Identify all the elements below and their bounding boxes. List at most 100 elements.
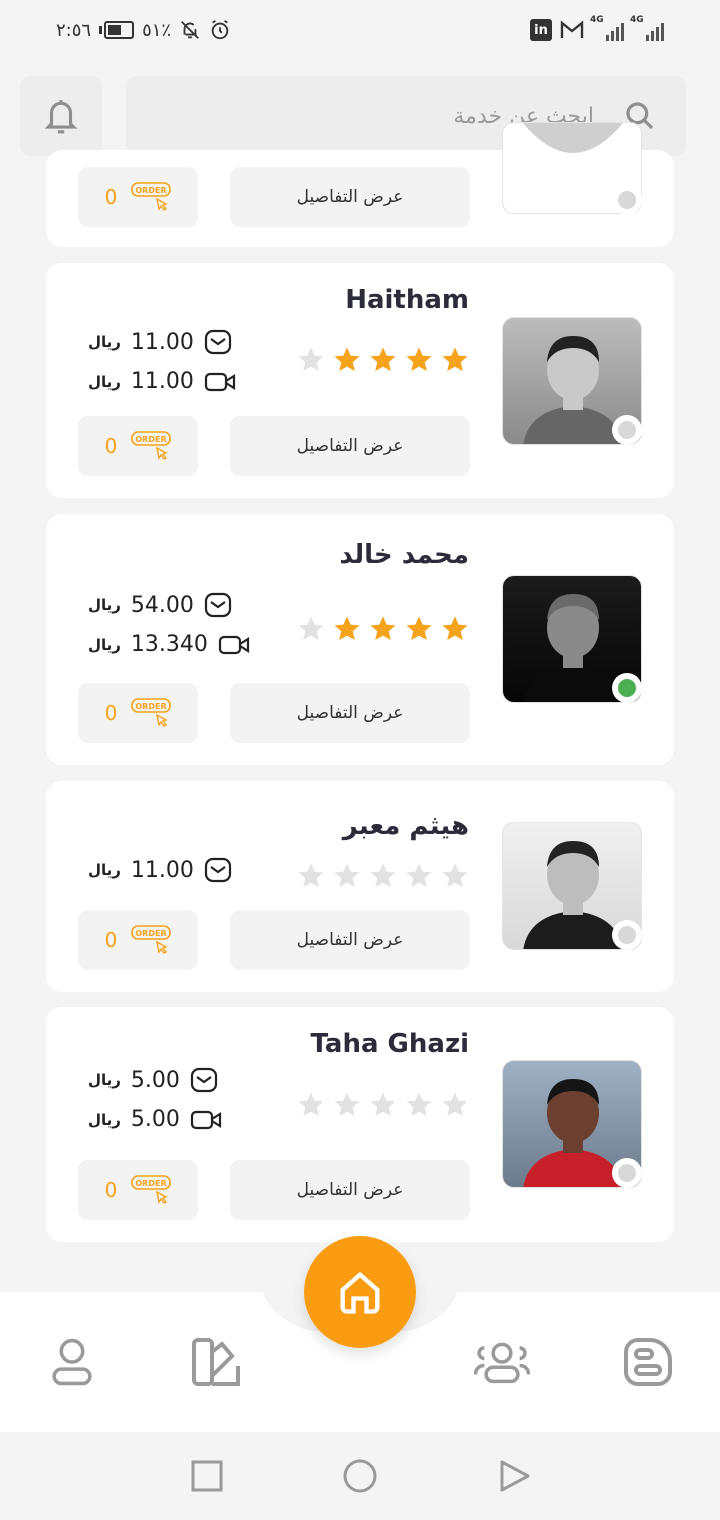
message-price: 11.00 [130,857,194,883]
services-icon [192,1338,240,1386]
message-price: 11.00 [130,329,194,355]
provider-name: هيثم معبر [342,811,469,841]
provider-card-partial: عرض التفاصيل 0 ORDER [46,122,674,247]
video-icon [218,635,250,654]
star-icon [370,616,396,640]
video-icon [190,1110,222,1129]
star-icon [442,863,468,887]
home-circle-icon[interactable] [342,1458,378,1494]
star-icon [406,347,432,371]
status-left: ٢:٥٦ ٥١٪ [56,16,231,44]
order-button[interactable]: 0 ORDER [78,910,198,970]
status-right: in 4G 4G [530,15,664,44]
services-nav[interactable] [186,1332,246,1392]
blog-icon [624,1338,672,1386]
order-count: 0 [104,1178,118,1202]
star-icon [370,863,396,887]
currency-label: ريال [88,635,121,654]
alarm-icon [211,20,229,40]
order-button[interactable]: 0 ORDER [78,416,198,476]
recent-apps-icon[interactable] [189,1458,225,1494]
status-dot [612,415,642,445]
star-icon [334,347,360,371]
message-icon [204,329,232,355]
signal-icon-2: 4G [630,15,664,41]
details-button[interactable]: عرض التفاصيل [230,1160,470,1220]
status-dot [612,1158,642,1188]
users-icon [473,1342,531,1384]
rating-stars [296,1090,470,1120]
video-price: 11.00 [130,369,194,394]
video-icon [204,372,236,391]
message-price-row: ريال 54.00 [88,592,232,618]
currency-label: ريال [88,1110,121,1129]
provider-name: Haitham [345,285,469,315]
order-icon: ORDER [131,1175,172,1204]
rating-stars [296,614,470,644]
rating-stars [296,861,470,891]
svg-text:ORDER: ORDER [136,702,167,711]
bell-off-icon [181,21,199,39]
order-button[interactable]: 0 ORDER [78,683,198,743]
star-icon [370,1092,396,1116]
details-button[interactable]: عرض التفاصيل [230,416,470,476]
provider-card[interactable]: Haitham ريال 11.00 ريال 11.00 عرض التفاص… [46,263,674,498]
star-icon [442,347,468,371]
details-button[interactable]: عرض التفاصيل [230,683,470,743]
star-icon [334,1092,360,1116]
notifications-button[interactable] [20,76,102,156]
order-button[interactable]: 0 ORDER [78,167,198,227]
star-icon [298,347,324,371]
star-icon [298,1092,324,1116]
blog-nav[interactable] [618,1332,678,1392]
order-icon: ORDER [131,182,172,211]
star-icon [406,1092,432,1116]
star-icon [334,616,360,640]
message-price: 5.00 [130,1067,180,1093]
message-icon [190,1067,218,1093]
order-count: 0 [104,928,118,952]
provider-card[interactable]: محمد خالد ريال 54.00 ريال 13.340 عرض الت… [46,514,674,765]
back-icon[interactable] [496,1458,532,1494]
currency-label: ريال [88,596,121,614]
currency-label: ريال [88,372,121,391]
order-icon: ORDER [131,698,172,727]
video-price: 5.00 [130,1107,180,1132]
status-dot [612,920,642,950]
clock: ٢:٥٦ [56,19,92,41]
provider-name: Taha Ghazi [310,1029,469,1059]
signal-icon: 4G [590,15,624,41]
profile-nav[interactable] [42,1332,102,1392]
star-icon [298,863,324,887]
video-price-row: ريال 13.340 [88,632,250,657]
video-price-row: ريال 11.00 [88,369,236,394]
star-icon [334,863,360,887]
currency-label: ريال [88,333,121,351]
home-button[interactable] [304,1236,416,1348]
video-price: 13.340 [130,632,208,657]
order-button[interactable]: 0 ORDER [78,1160,198,1220]
message-price-row: ريال 11.00 [88,329,232,355]
order-count: 0 [104,701,118,725]
svg-text:ORDER: ORDER [136,1179,167,1188]
order-count: 0 [104,185,118,209]
star-icon [370,347,396,371]
profile-icon [52,1338,92,1386]
status-dot [612,185,642,215]
linkedin-icon: in [530,19,552,41]
provider-card[interactable]: هيثم معبر ريال 11.00 عرض التفاصيل 0 ORDE… [46,781,674,992]
order-count: 0 [104,434,118,458]
provider-card[interactable]: Taha Ghazi ريال 5.00 ريال 5.00 عرض التفا… [46,1007,674,1242]
star-icon [406,863,432,887]
message-price-row: ريال 11.00 [88,857,232,883]
status-bar: ٢:٥٦ ٥١٪ in 4G 4G [0,0,720,60]
svg-text:ORDER: ORDER [136,435,167,444]
users-nav[interactable] [472,1332,532,1392]
order-icon: ORDER [131,925,172,954]
message-icon [204,592,232,618]
star-icon [406,616,432,640]
star-icon [298,616,324,640]
order-icon: ORDER [131,431,172,460]
details-button[interactable]: عرض التفاصيل [230,167,470,227]
details-button[interactable]: عرض التفاصيل [230,910,470,970]
